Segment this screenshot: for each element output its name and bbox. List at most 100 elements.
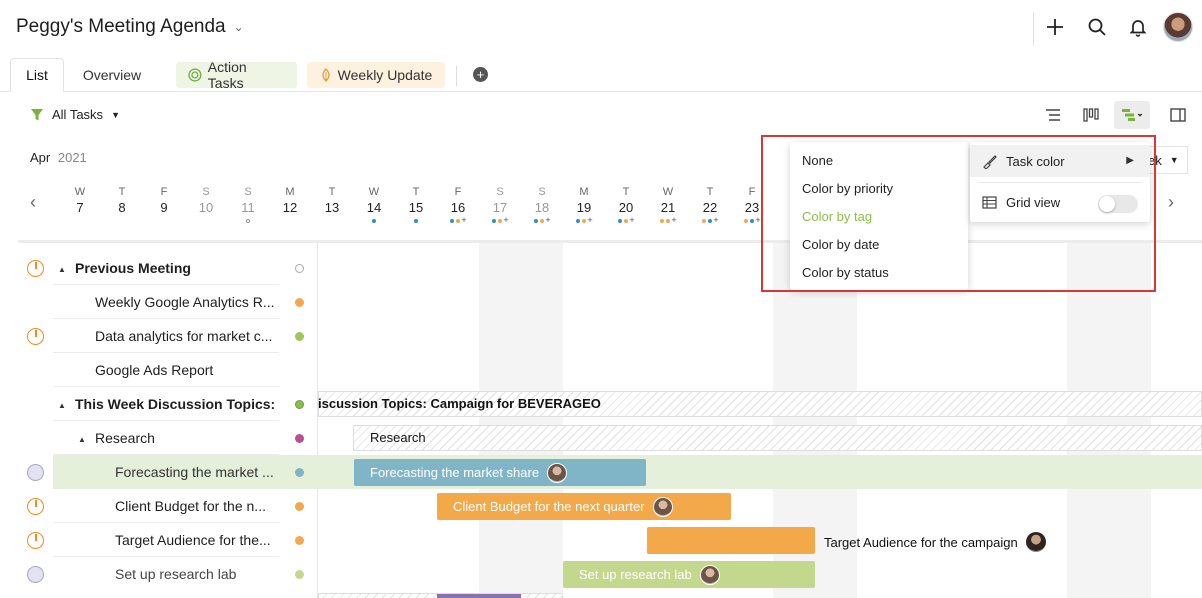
day-number: 16 — [450, 200, 466, 215]
project-title[interactable]: Peggy's Meeting Agenda ⌄ — [16, 16, 244, 38]
menu-item-task-color[interactable]: Task color ▶ — [970, 145, 1150, 177]
caret-down-icon: ▼ — [111, 109, 120, 120]
add-tab-icon[interactable]: + — [473, 67, 488, 82]
bar-label: Client Budget for the next quarter — [453, 499, 645, 514]
tab-action-tasks-label: Action Tasks — [207, 59, 247, 91]
timeline-day[interactable]: T 13 — [320, 186, 344, 225]
partial-task-bar[interactable] — [437, 594, 521, 598]
task-bar-research-lab[interactable]: Set up research lab — [563, 561, 815, 588]
task-row-previous-meeting[interactable]: ▲ Previous Meeting — [0, 251, 318, 285]
tab-weekly-update[interactable]: Weekly Update — [307, 62, 445, 88]
gantt-row-research-lab: Set up research lab — [318, 557, 1202, 591]
day-number: 13 — [324, 200, 340, 215]
assignee-avatar — [699, 564, 720, 585]
board-view-icon[interactable] — [1076, 101, 1106, 129]
collapse-triangle-icon[interactable]: ▲ — [78, 435, 86, 444]
task-row-research[interactable]: ▲ Research — [0, 421, 318, 455]
assignee-avatar — [547, 462, 568, 483]
tag-dot — [295, 434, 304, 443]
task-row-weekly-google-analytics[interactable]: Weekly Google Analytics R... — [0, 285, 318, 319]
task-marker-dot — [582, 218, 587, 223]
task-row-data-analytics[interactable]: Data analytics for market c... — [0, 319, 318, 353]
assignee-avatar — [652, 496, 673, 517]
menu-item-none[interactable]: None — [790, 147, 968, 175]
task-row-target-audience[interactable]: Target Audience for the... — [0, 523, 318, 557]
day-weekday: S — [496, 186, 504, 198]
status-in-progress-icon[interactable] — [27, 498, 44, 515]
timeline-day[interactable]: W 14 — [362, 186, 386, 225]
more-tasks-plus-icon: + — [713, 215, 719, 225]
task-row-google-ads-report[interactable]: Google Ads Report — [0, 353, 318, 387]
timeline-day[interactable]: F 16 + — [446, 186, 470, 225]
collapse-triangle-icon[interactable]: ▲ — [58, 265, 66, 274]
status-in-progress-icon[interactable] — [27, 532, 44, 549]
timeline-day[interactable]: W7 — [68, 186, 92, 225]
view-selector-label: ek — [1148, 152, 1162, 168]
task-bar-forecasting[interactable]: Forecasting the market share — [354, 459, 646, 486]
tab-overview[interactable]: Overview — [70, 58, 154, 92]
collapse-triangle-icon[interactable]: ▲ — [58, 401, 66, 410]
status-open-icon[interactable] — [27, 566, 44, 583]
menu-item-grid-view[interactable]: Grid view — [970, 186, 1150, 218]
research-summary-bar[interactable] — [353, 425, 1202, 451]
menu-item-color-by-tag[interactable]: Color by tag — [790, 203, 968, 231]
timeline-day[interactable]: F9 — [152, 186, 176, 225]
task-bar-target-audience[interactable] — [647, 527, 815, 554]
task-row-this-week-discussion[interactable]: ▲ This Week Discussion Topics:... — [0, 387, 318, 421]
grid-view-toggle[interactable] — [1098, 195, 1138, 213]
tag-dot — [295, 298, 304, 307]
timeline-day[interactable]: T8 — [110, 186, 134, 225]
status-in-progress-icon[interactable] — [27, 328, 44, 345]
timeline-day[interactable]: S 17 + — [488, 186, 512, 225]
side-panel-icon[interactable] — [1163, 101, 1193, 129]
chevron-down-icon[interactable]: ⌄ — [234, 20, 244, 34]
task-label: Weekly Google Analytics R... — [95, 294, 275, 310]
day-task-markers — [58, 215, 102, 225]
menu-item-color-by-priority[interactable]: Color by priority — [790, 175, 968, 203]
timeline-day[interactable]: M 12 — [278, 186, 302, 225]
timeline-day[interactable]: S 10 — [194, 186, 218, 225]
color-options-menu: None Color by priority Color by tag Colo… — [790, 142, 968, 290]
add-icon[interactable] — [1043, 15, 1067, 39]
task-bar-client-budget[interactable]: Client Budget for the next quarter — [437, 493, 731, 520]
tab-list[interactable]: List — [10, 58, 64, 92]
timeline-day[interactable]: T 15 — [404, 186, 428, 225]
filter-dropdown[interactable]: All Tasks ▼ — [30, 107, 120, 122]
status-open-icon[interactable] — [27, 464, 44, 481]
status-in-progress-icon[interactable] — [27, 260, 44, 277]
tag-dot — [295, 468, 304, 477]
timeline-day[interactable]: T 20 + — [614, 186, 638, 225]
milestone-marker-dot — [246, 218, 250, 223]
timeline-day[interactable]: W 21 + — [656, 186, 680, 225]
bar-label: Set up research lab — [579, 567, 692, 582]
bell-icon[interactable] — [1126, 15, 1150, 39]
timeline-day[interactable]: S 18 + — [530, 186, 554, 225]
task-row-forecasting[interactable]: Forecasting the market ... — [0, 455, 318, 489]
timeline-day[interactable]: T 22 + — [698, 186, 722, 225]
task-marker-dot — [660, 218, 665, 223]
timeline-next-icon[interactable]: › — [1168, 192, 1174, 213]
list-view-icon[interactable] — [1038, 101, 1068, 129]
timeline-day[interactable]: F 23 + — [740, 186, 764, 225]
task-row-research-lab[interactable]: Set up research lab — [0, 557, 318, 591]
task-row-client-budget[interactable]: Client Budget for the n... — [0, 489, 318, 523]
more-tasks-plus-icon: + — [755, 215, 761, 225]
task-label: Target Audience for the... — [115, 532, 271, 548]
tab-action-tasks[interactable]: Action Tasks — [176, 59, 297, 91]
timeline-prev-icon[interactable]: ‹ — [30, 192, 36, 213]
gantt-view-icon[interactable] — [1114, 101, 1150, 129]
task-marker-dot — [540, 218, 545, 223]
day-task-markers — [394, 215, 438, 225]
year-label: 2021 — [57, 150, 87, 165]
more-tasks-plus-icon: + — [545, 215, 551, 225]
menu-item-color-by-status[interactable]: Color by status — [790, 259, 968, 287]
search-icon[interactable] — [1085, 15, 1109, 39]
timeline-day[interactable]: M 19 + — [572, 186, 596, 225]
menu-item-color-by-date[interactable]: Color by date — [790, 231, 968, 259]
timeline-day[interactable]: S 11 — [236, 186, 260, 225]
user-avatar[interactable] — [1163, 12, 1193, 42]
gantt-row-group: iscussion Topics: Campaign for BEVERAGEO — [318, 387, 1202, 421]
day-number: 20 — [618, 200, 634, 215]
filter-icon — [31, 108, 43, 120]
month-label: Apr — [30, 150, 51, 165]
